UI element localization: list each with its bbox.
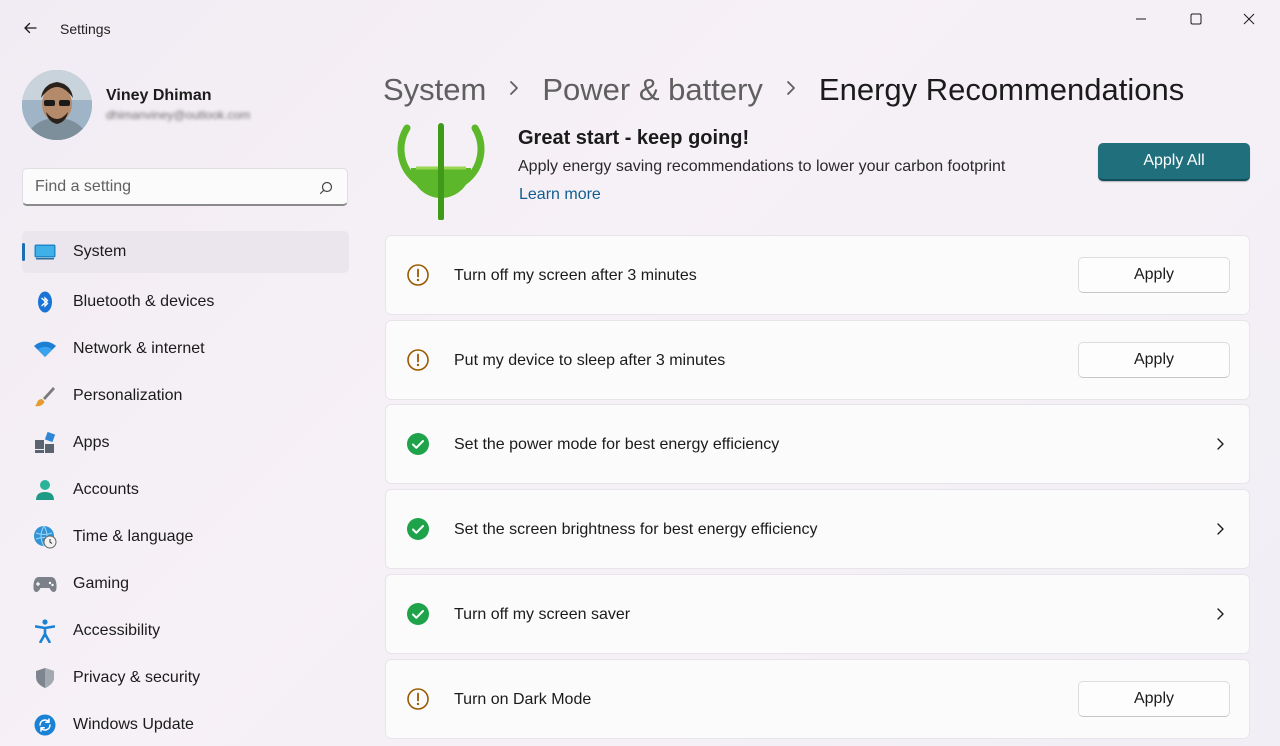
sidebar-item-label: Network & internet	[73, 339, 205, 357]
accessibility-icon	[33, 618, 57, 643]
sidebar-item-label: Apps	[73, 433, 110, 451]
maximize-icon	[1190, 13, 1202, 25]
sidebar-item-accessibility[interactable]: Accessibility	[22, 607, 349, 654]
recommendation-card: Turn on Dark Mode Apply	[385, 659, 1250, 739]
recommendation-card: Turn off my screen after 3 minutes Apply	[385, 235, 1250, 315]
sidebar-item-label: Personalization	[73, 386, 183, 404]
sidebar-item-label: Gaming	[73, 574, 130, 592]
apply-all-button[interactable]: Apply All	[1098, 143, 1250, 181]
avatar[interactable]	[22, 70, 92, 140]
settings-window: Settings Viney Dhiman dhimanviney@outloo…	[0, 0, 1280, 746]
breadcrumb-system[interactable]: System	[383, 72, 486, 108]
learn-more-link[interactable]: Learn more	[519, 186, 601, 204]
sidebar-item-label: Accounts	[73, 480, 139, 498]
active-indicator	[22, 243, 25, 261]
apply-button[interactable]: Apply	[1078, 257, 1230, 293]
recommendation-label: Turn off my screen saver	[454, 606, 631, 623]
profile-name: Viney Dhiman	[106, 87, 212, 104]
hero-description: Apply energy saving recommendations to l…	[518, 158, 1006, 175]
profile-email: dhimanviney@outlook.com	[106, 108, 251, 122]
chevron-right-icon[interactable]	[1212, 519, 1228, 539]
search-icon[interactable]	[319, 181, 333, 195]
recommendation-card: Put my device to sleep after 3 minutes A…	[385, 320, 1250, 400]
globe-clock-icon	[33, 525, 57, 549]
sidebar-item-label: Privacy & security	[73, 668, 201, 686]
avatar-photo-icon	[22, 70, 92, 140]
sidebar-item-network[interactable]: Network & internet	[22, 325, 349, 372]
title-bar: Settings	[0, 0, 1280, 58]
page-title: Energy Recommendations	[818, 72, 1185, 107]
recommendation-label: Put my device to sleep after 3 minutes	[454, 352, 726, 369]
shield-icon	[33, 666, 57, 690]
sidebar-item-label: System	[73, 243, 127, 260]
chevron-right-icon	[785, 77, 797, 103]
checkmark-circle-icon	[407, 433, 429, 455]
maximize-button[interactable]	[1173, 4, 1219, 34]
chevron-right-icon[interactable]	[1212, 434, 1228, 454]
recommendation-label: Set the screen brightness for best energ…	[454, 521, 818, 538]
update-icon	[33, 713, 57, 737]
app-title: Settings	[60, 21, 111, 37]
apply-button[interactable]: Apply	[1078, 342, 1230, 378]
wifi-icon	[33, 337, 57, 361]
apply-button[interactable]: Apply	[1078, 681, 1230, 717]
back-button[interactable]	[16, 14, 44, 42]
breadcrumb: System Power & battery Energy Recommenda…	[383, 70, 1184, 110]
sidebar-item-accounts[interactable]: Accounts	[22, 466, 349, 513]
account-icon	[33, 478, 57, 502]
breadcrumb-power-battery[interactable]: Power & battery	[542, 72, 763, 108]
hero-title: Great start - keep going!	[518, 127, 750, 149]
checkmark-circle-icon	[407, 603, 429, 625]
recommendation-label: Turn on Dark Mode	[454, 691, 592, 708]
checkmark-circle-icon	[407, 518, 429, 540]
minimize-icon	[1136, 18, 1146, 20]
sidebar-item-gaming[interactable]: Gaming	[22, 560, 349, 607]
back-arrow-icon	[24, 22, 37, 34]
sidebar-item-label: Bluetooth & devices	[73, 292, 215, 310]
sidebar-item-label: Windows Update	[73, 715, 194, 733]
sidebar-nav: System Bluetooth & devices Network & int…	[22, 231, 349, 746]
sidebar-item-label: Accessibility	[73, 621, 161, 639]
close-button[interactable]	[1226, 4, 1272, 34]
recommendation-card[interactable]: Set the power mode for best energy effic…	[385, 404, 1250, 484]
sidebar-item-personalization[interactable]: Personalization	[22, 372, 349, 419]
bluetooth-icon	[33, 290, 57, 314]
sidebar-item-label: Time & language	[73, 527, 194, 545]
sidebar-item-time-language[interactable]: Time & language	[22, 513, 349, 560]
brush-icon	[33, 384, 57, 408]
recommendation-label: Turn off my screen after 3 minutes	[454, 267, 697, 284]
recommendation-label: Set the power mode for best energy effic…	[454, 436, 780, 453]
minimize-button[interactable]	[1118, 4, 1164, 34]
gamepad-icon	[33, 572, 57, 596]
recommendation-card[interactable]: Set the screen brightness for best energ…	[385, 489, 1250, 569]
apps-icon	[33, 431, 57, 455]
chevron-right-icon[interactable]	[1212, 604, 1228, 624]
system-icon	[33, 240, 57, 264]
sidebar-item-privacy[interactable]: Privacy & security	[22, 654, 349, 701]
close-icon	[1243, 13, 1255, 25]
warning-icon	[407, 264, 429, 286]
recommendation-card[interactable]: Turn off my screen saver	[385, 574, 1250, 654]
sidebar-item-apps[interactable]: Apps	[22, 419, 349, 466]
sidebar-item-system[interactable]: System	[22, 231, 349, 273]
sidebar-item-bluetooth[interactable]: Bluetooth & devices	[22, 278, 349, 325]
sidebar-item-windows-update[interactable]: Windows Update	[22, 701, 349, 746]
energy-leaf-icon	[397, 123, 485, 220]
search-box[interactable]	[22, 168, 348, 206]
warning-icon	[407, 688, 429, 710]
warning-icon	[407, 349, 429, 371]
chevron-right-icon	[508, 77, 520, 103]
search-input[interactable]	[35, 178, 305, 196]
